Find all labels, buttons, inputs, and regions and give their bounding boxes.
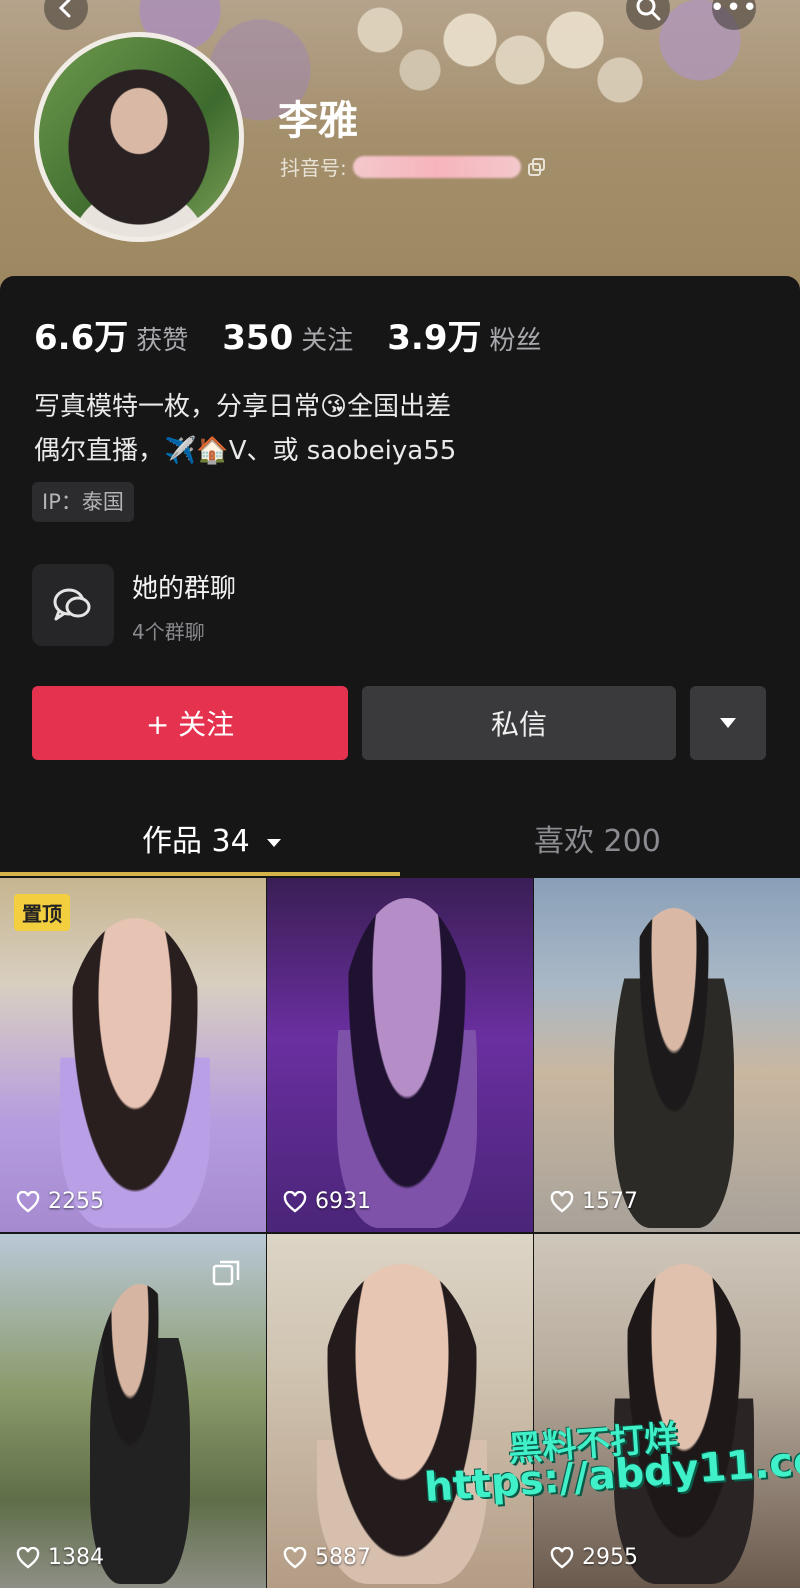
- chat-bubbles-icon: [53, 588, 91, 621]
- video-likes-count: 5887: [315, 1545, 371, 1570]
- chevron-left-icon: [58, 0, 71, 18]
- video-likes-count: 2255: [48, 1189, 104, 1214]
- video-thumb[interactable]: 6931: [267, 878, 533, 1232]
- heart-icon: [283, 1546, 307, 1569]
- video-likes: 1384: [16, 1545, 104, 1570]
- video-subject: [90, 1284, 190, 1584]
- following-label[interactable]: 关注: [301, 320, 353, 357]
- video-likes: 1577: [550, 1189, 638, 1214]
- group-chat-title[interactable]: 她的群聊: [132, 568, 236, 605]
- video-likes-count: 1384: [48, 1545, 104, 1570]
- video-thumb[interactable]: 1577: [534, 878, 800, 1232]
- group-chat-button[interactable]: [32, 564, 114, 646]
- heart-icon: [283, 1190, 307, 1213]
- copy-icon[interactable]: [527, 157, 547, 177]
- video-likes: 2955: [550, 1545, 638, 1570]
- video-thumb[interactable]: 5887: [267, 1234, 533, 1588]
- douyin-id-row: 抖音号:: [280, 152, 547, 181]
- followers-count[interactable]: 3.9万: [387, 310, 481, 359]
- douyin-id-label: 抖音号:: [280, 156, 347, 180]
- video-subject: [317, 1264, 487, 1584]
- avatar[interactable]: [34, 32, 244, 242]
- heart-icon: [16, 1546, 40, 1569]
- message-button[interactable]: 私信: [362, 686, 676, 760]
- video-subject: [337, 898, 477, 1228]
- stats-row: 6.6万 获赞 350 关注 3.9万 粉丝: [34, 310, 576, 359]
- search-icon: [636, 0, 661, 21]
- likes-label: 获赞: [136, 326, 189, 356]
- heart-icon: [550, 1546, 574, 1569]
- video-subject: [60, 918, 210, 1228]
- caret-down-icon: [267, 838, 282, 847]
- active-tab-indicator: [0, 872, 400, 876]
- tab-likes[interactable]: 喜欢 200: [534, 816, 661, 860]
- video-likes-count: 1577: [582, 1189, 638, 1214]
- message-label: 私信: [490, 708, 547, 741]
- follow-label: + 关注: [145, 708, 235, 741]
- video-thumb[interactable]: 置顶 2255: [0, 878, 266, 1232]
- follow-button[interactable]: + 关注: [32, 686, 348, 760]
- content-tabs: 作品 34 喜欢 200: [0, 800, 800, 876]
- caret-down-icon: [720, 718, 736, 728]
- douyin-id-redacted: [352, 155, 521, 178]
- video-subject: [614, 908, 734, 1228]
- profile-panel: [0, 276, 800, 876]
- video-likes: 5887: [283, 1545, 371, 1570]
- video-likes: 2255: [16, 1189, 104, 1214]
- pinned-badge: 置顶: [14, 894, 70, 931]
- heart-icon: [16, 1190, 40, 1213]
- group-chat-count: 4个群聊: [132, 620, 205, 644]
- following-count[interactable]: 350: [222, 318, 293, 358]
- video-thumb[interactable]: 1384: [0, 1234, 266, 1588]
- more-options-button[interactable]: [690, 686, 766, 760]
- tab-works[interactable]: 作品 34: [142, 816, 283, 860]
- heart-icon: [550, 1190, 574, 1213]
- tab-works-label: 作品 34: [142, 824, 250, 859]
- likes-count: 6.6万: [34, 318, 129, 358]
- followers-label[interactable]: 粉丝: [489, 320, 541, 357]
- video-likes-count: 6931: [315, 1189, 371, 1214]
- video-likes-count: 2955: [582, 1545, 638, 1570]
- bio-line-1: 写真模特一枚，分享日常😘全国出差: [34, 392, 452, 422]
- profile-name: 李雅: [278, 98, 358, 144]
- more-icon: •••: [709, 0, 759, 23]
- video-likes: 6931: [283, 1189, 371, 1214]
- bio-line-2: 偶尔直播，✈️🏠V、或 saobeiya55: [34, 436, 457, 466]
- multi-image-icon: [212, 1260, 240, 1286]
- ip-location-badge: IP：泰国: [32, 482, 134, 522]
- tab-likes-label: 喜欢 200: [534, 824, 661, 859]
